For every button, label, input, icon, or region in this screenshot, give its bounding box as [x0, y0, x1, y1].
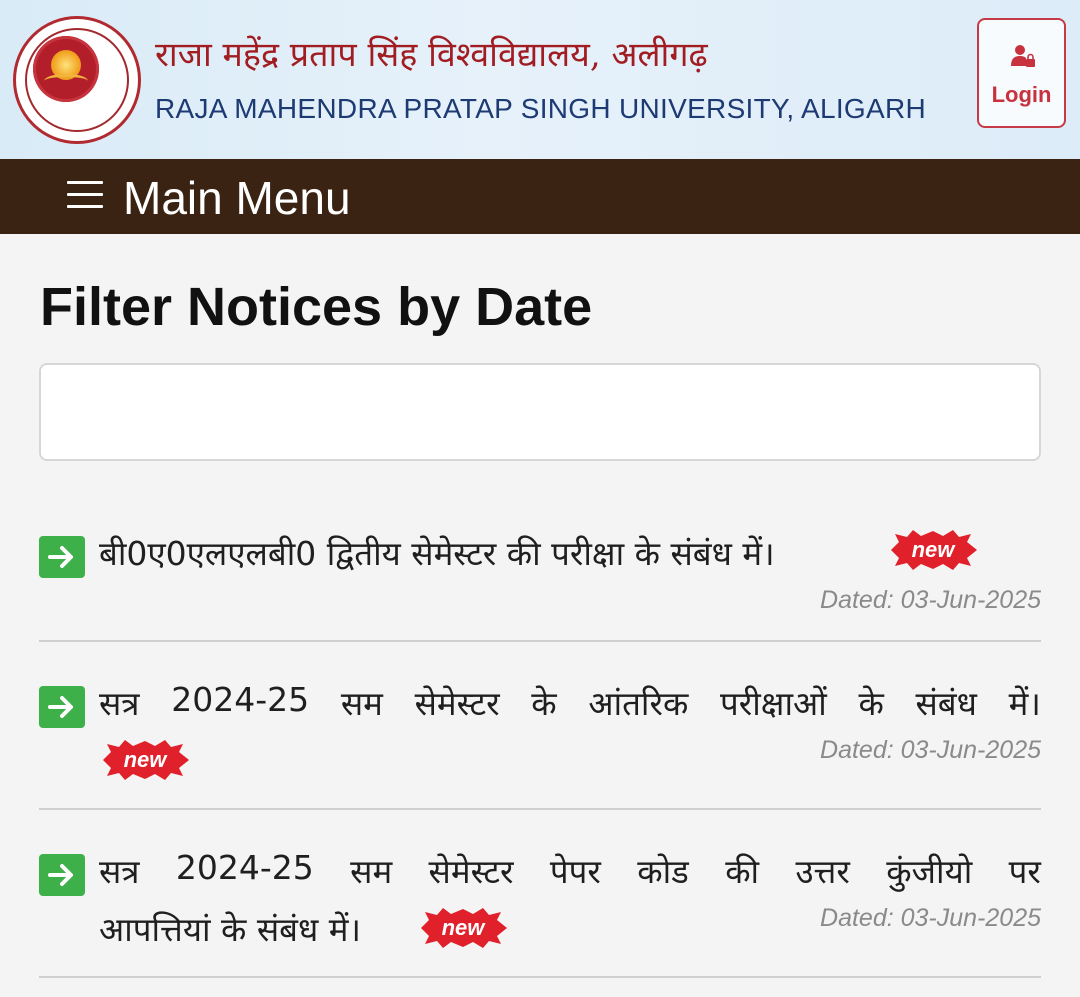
title-word: कुंजीयो — [886, 852, 973, 891]
arrow-right-icon — [39, 854, 85, 896]
notice-date: Dated: 03-Jun-2025 — [820, 904, 1041, 932]
hamburger-icon[interactable] — [67, 181, 103, 211]
new-badge-label: new — [911, 537, 955, 562]
book-icon — [44, 74, 88, 88]
date-filter-input[interactable] — [39, 363, 1041, 461]
divider — [39, 976, 1041, 978]
title-word: की — [725, 852, 760, 891]
new-badge: new — [99, 738, 191, 782]
divider — [39, 808, 1041, 810]
notice-title-link[interactable]: सत्र 2024-25 सम सेमेस्टर पेपर कोड की उत्… — [99, 848, 1041, 893]
university-name-hindi[interactable]: राजा महेंद्र प्रताप सिंह विश्वविद्यालय, … — [155, 30, 708, 76]
title-word: में। — [1008, 684, 1041, 723]
title-word: कोड — [637, 852, 689, 891]
notice-title-line2[interactable]: आपत्तियां के संबंध में। — [99, 906, 361, 951]
notice-date: Dated: 03-Jun-2025 — [820, 586, 1041, 614]
logo-emblem — [33, 36, 99, 102]
title-word: पर — [1008, 852, 1041, 891]
title-word: सेमेस्टर — [428, 852, 514, 891]
title-word: परीक्षाओं — [720, 684, 827, 723]
user-lock-icon — [1011, 45, 1035, 67]
arrow-right-icon — [39, 686, 85, 728]
title-word: सत्र — [99, 852, 140, 891]
title-word: सत्र — [99, 684, 140, 723]
title-word: संबंध — [915, 684, 977, 723]
university-logo[interactable] — [13, 16, 141, 144]
divider — [39, 640, 1041, 642]
title-word: उत्तर — [795, 852, 850, 891]
notice-item: सत्र 2024-25 सम सेमेस्टर के आंतरिक परीक्… — [39, 680, 1041, 790]
login-button[interactable]: Login — [977, 18, 1066, 128]
main-menu-toggle[interactable]: Main Menu — [123, 171, 351, 225]
site-header: राजा महेंद्र प्रताप सिंह विश्वविद्यालय, … — [0, 0, 1080, 159]
main-navbar: Main Menu — [0, 159, 1080, 234]
title-word: सेमेस्टर — [414, 684, 500, 723]
login-label: Login — [991, 82, 1052, 107]
notice-item: बी0ए0एलएलबी0 द्वितीय सेमेस्टर की परीक्षा… — [39, 530, 1041, 620]
title-word: 2024-25 — [175, 848, 314, 887]
arrow-right-icon — [39, 536, 85, 578]
title-word: सम — [340, 684, 383, 723]
title-word: के — [531, 684, 557, 723]
title-word: 2024-25 — [171, 680, 310, 719]
notice-title-link[interactable]: बी0ए0एलएलबी0 द्वितीय सेमेस्टर की परीक्षा… — [99, 530, 775, 575]
new-badge: new — [887, 528, 979, 572]
notice-date: Dated: 03-Jun-2025 — [820, 736, 1041, 764]
notice-title-link[interactable]: सत्र 2024-25 सम सेमेस्टर के आंतरिक परीक्… — [99, 680, 1041, 725]
title-word: के — [858, 684, 884, 723]
page-title: Filter Notices by Date — [40, 277, 593, 337]
new-badge-label: new — [441, 915, 485, 940]
title-word: पेपर — [549, 852, 601, 891]
title-word: आंतरिक — [588, 684, 689, 723]
notice-item: सत्र 2024-25 सम सेमेस्टर पेपर कोड की उत्… — [39, 848, 1041, 958]
new-badge-label: new — [123, 747, 167, 772]
university-name-english[interactable]: RAJA MAHENDRA PRATAP SINGH UNIVERSITY, A… — [155, 93, 926, 125]
new-badge: new — [417, 906, 509, 950]
title-word: सम — [350, 852, 393, 891]
